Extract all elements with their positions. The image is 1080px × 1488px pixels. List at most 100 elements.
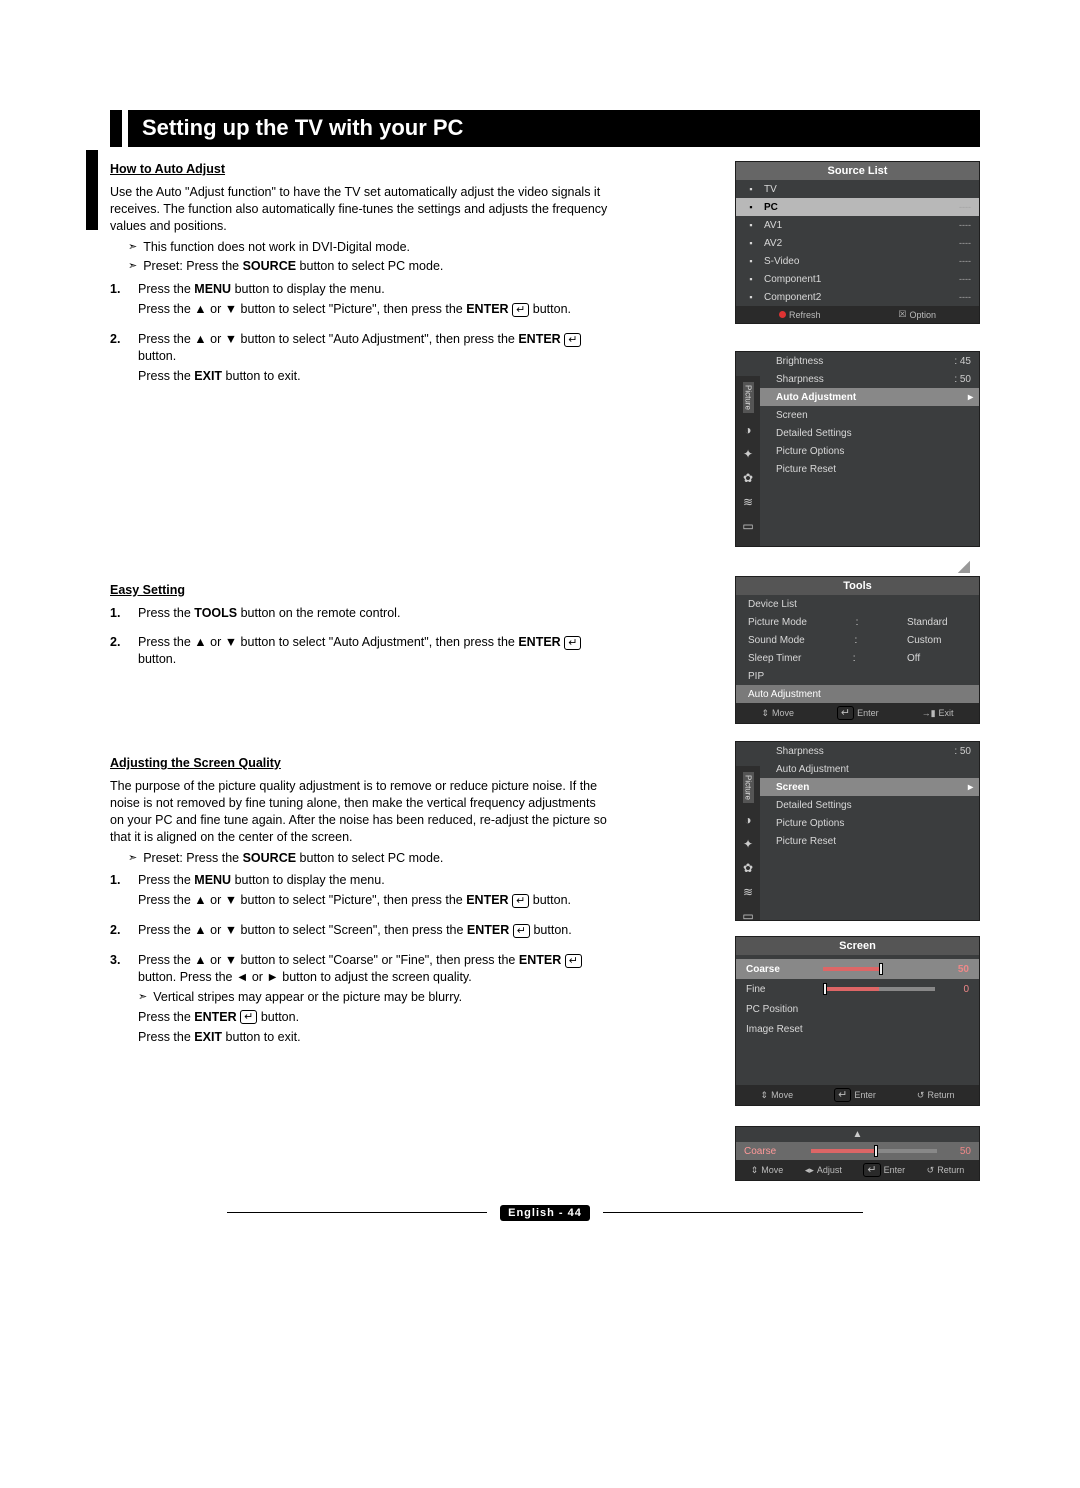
step-number: 1. — [110, 872, 128, 912]
tools-item[interactable]: Device List — [736, 595, 979, 613]
tab-icon[interactable]: ▭ — [742, 909, 753, 923]
note-dvi: This function does not work in DVI-Digit… — [143, 239, 410, 256]
osd-source-list[interactable]: Source List ▪TV▪PC----▪AV1----▪AV2----▪S… — [735, 161, 980, 324]
tab-icon[interactable]: ◑ — [744, 813, 751, 827]
osd-picture-menu[interactable]: Picture ◑ ✦ ✿ ≋ ▭ Brightness: 45Sharpnes… — [735, 351, 980, 547]
menu-item[interactable]: Auto Adjustment — [760, 760, 979, 778]
source-item[interactable]: ▪TV — [736, 180, 979, 198]
osd-picture-menu-2[interactable]: Picture ◑ ✦ ✿ ≋ ▭ Sharpness: 50Auto Adju… — [735, 741, 980, 921]
footer-refresh[interactable]: Refresh — [789, 310, 821, 320]
source-item[interactable]: ▪AV2---- — [736, 234, 979, 252]
screen-item[interactable]: PC Position — [736, 999, 979, 1019]
tools-item[interactable]: Sleep Timer:Off — [736, 649, 979, 667]
source-item[interactable]: ▪Component1---- — [736, 270, 979, 288]
tab-icon[interactable]: ▭ — [742, 519, 753, 533]
menu-item[interactable]: Screen — [760, 406, 979, 424]
osd-tools-menu[interactable]: Tools Device ListPicture Mode:StandardSo… — [735, 576, 980, 724]
note-arrow-icon: ➣ — [138, 989, 147, 1006]
footer-move: Move — [761, 1165, 783, 1175]
easy-step2: Press the ▲ or ▼ button to select "Auto … — [138, 634, 610, 671]
screen-item[interactable]: Coarse50 — [736, 959, 979, 979]
screen-item[interactable]: Image Reset — [736, 1019, 979, 1039]
screen-quality-intro: The purpose of the picture quality adjus… — [110, 778, 610, 846]
step-number: 1. — [110, 605, 128, 625]
coarse-value: 50 — [949, 1146, 971, 1157]
side-tab-picture[interactable]: Picture — [743, 382, 754, 413]
enter-icon: ↵ — [512, 303, 529, 317]
step1-body: Press the MENU button to display the men… — [138, 281, 610, 321]
red-dot-icon — [779, 311, 786, 318]
step-number: 2. — [110, 331, 128, 388]
osd-source-title: Source List — [736, 162, 979, 180]
menu-item[interactable]: Brightness: 45 — [760, 352, 979, 370]
screen-item[interactable]: Fine0 — [736, 979, 979, 999]
note-arrow-icon: ➣ — [128, 239, 137, 256]
menu-item[interactable]: Auto Adjustment▸ — [760, 388, 979, 406]
section-auto-adjust-heading: How to Auto Adjust — [110, 161, 610, 178]
tab-icon[interactable]: ✦ — [743, 447, 753, 461]
easy-step1: Press the TOOLS button on the remote con… — [138, 605, 610, 625]
osd-coarse-adjust[interactable]: ▲ Coarse 50 ⇕Move ◂▸Adjust ↵Enter ↺Retur… — [735, 1126, 980, 1181]
step-number: 1. — [110, 281, 128, 321]
section-screen-quality-heading: Adjusting the Screen Quality — [110, 755, 610, 772]
tab-icon[interactable]: ◑ — [744, 423, 751, 437]
footer-exit: Exit — [939, 708, 954, 718]
osd-screen-panel[interactable]: Screen Coarse50Fine0PC PositionImage Res… — [735, 936, 980, 1106]
enter-icon: ↵ — [564, 333, 581, 347]
note-arrow-icon: ➣ — [128, 258, 137, 275]
step-number: 2. — [110, 634, 128, 671]
menu-item[interactable]: Sharpness: 50 — [760, 370, 979, 388]
leftright-icon: ◂▸ — [805, 1165, 814, 1176]
footer-enter: Enter — [857, 708, 879, 718]
menu-item[interactable]: Detailed Settings — [760, 424, 979, 442]
tools-item[interactable]: Picture Mode:Standard — [736, 613, 979, 631]
footer-enter: Enter — [884, 1165, 906, 1175]
menu-item[interactable]: Screen▸ — [760, 778, 979, 796]
enter-icon: ↵ — [863, 1163, 880, 1177]
enter-icon: ↵ — [565, 954, 582, 968]
source-item[interactable]: ▪Component2---- — [736, 288, 979, 306]
sq-step3: Press the ▲ or ▼ button to select "Coars… — [138, 952, 610, 1048]
enter-icon: ↵ — [564, 636, 581, 650]
tab-icon[interactable]: ✦ — [743, 837, 753, 851]
up-arrow-icon: ▲ — [736, 1127, 979, 1142]
tools-item[interactable]: Sound Mode:Custom — [736, 631, 979, 649]
menu-item[interactable]: Picture Reset — [760, 832, 979, 850]
footer-option[interactable]: Option — [910, 310, 937, 320]
source-item[interactable]: ▪S-Video---- — [736, 252, 979, 270]
enter-icon: ↵ — [240, 1010, 257, 1024]
return-icon: ↺ — [927, 1165, 935, 1176]
tab-icon[interactable]: ✿ — [743, 861, 753, 875]
tab-icon[interactable]: ≋ — [743, 495, 753, 509]
source-item[interactable]: ▪PC---- — [736, 198, 979, 216]
step2-body: Press the ▲ or ▼ button to select "Auto … — [138, 331, 610, 388]
footer-move: Move — [772, 708, 794, 718]
osd-screen-title: Screen — [736, 937, 979, 955]
side-tab-picture[interactable]: Picture — [743, 772, 754, 803]
note-preset-2: Preset: Press the SOURCE button to selec… — [143, 850, 443, 867]
menu-item[interactable]: Sharpness: 50 — [760, 742, 979, 760]
note-preset: Preset: Press the SOURCE button to selec… — [143, 258, 443, 275]
updown-icon: ⇕ — [751, 1165, 759, 1176]
step-number: 2. — [110, 922, 128, 942]
coarse-slider[interactable] — [811, 1149, 937, 1153]
menu-item[interactable]: Picture Options — [760, 442, 979, 460]
footer-move: Move — [771, 1090, 793, 1100]
menu-item[interactable]: Picture Options — [760, 814, 979, 832]
coarse-label: Coarse — [744, 1146, 799, 1157]
source-item[interactable]: ▪AV1---- — [736, 216, 979, 234]
enter-icon: ↵ — [512, 894, 529, 908]
tab-icon[interactable]: ≋ — [743, 885, 753, 899]
menu-item[interactable]: Detailed Settings — [760, 796, 979, 814]
enter-icon: ↵ — [834, 1088, 851, 1102]
sq-step1: Press the MENU button to display the men… — [138, 872, 610, 912]
updown-icon: ⇕ — [761, 708, 769, 719]
page-footer: English - 44 — [110, 1205, 980, 1219]
menu-item[interactable]: Picture Reset — [760, 460, 979, 478]
auto-adjust-intro: Use the Auto "Adjust function" to have t… — [110, 184, 610, 235]
tools-item[interactable]: Auto Adjustment — [736, 685, 979, 703]
footer-return: Return — [927, 1090, 954, 1100]
tools-item[interactable]: PIP — [736, 667, 979, 685]
updown-icon: ⇕ — [761, 1090, 769, 1101]
tab-icon[interactable]: ✿ — [743, 471, 753, 485]
